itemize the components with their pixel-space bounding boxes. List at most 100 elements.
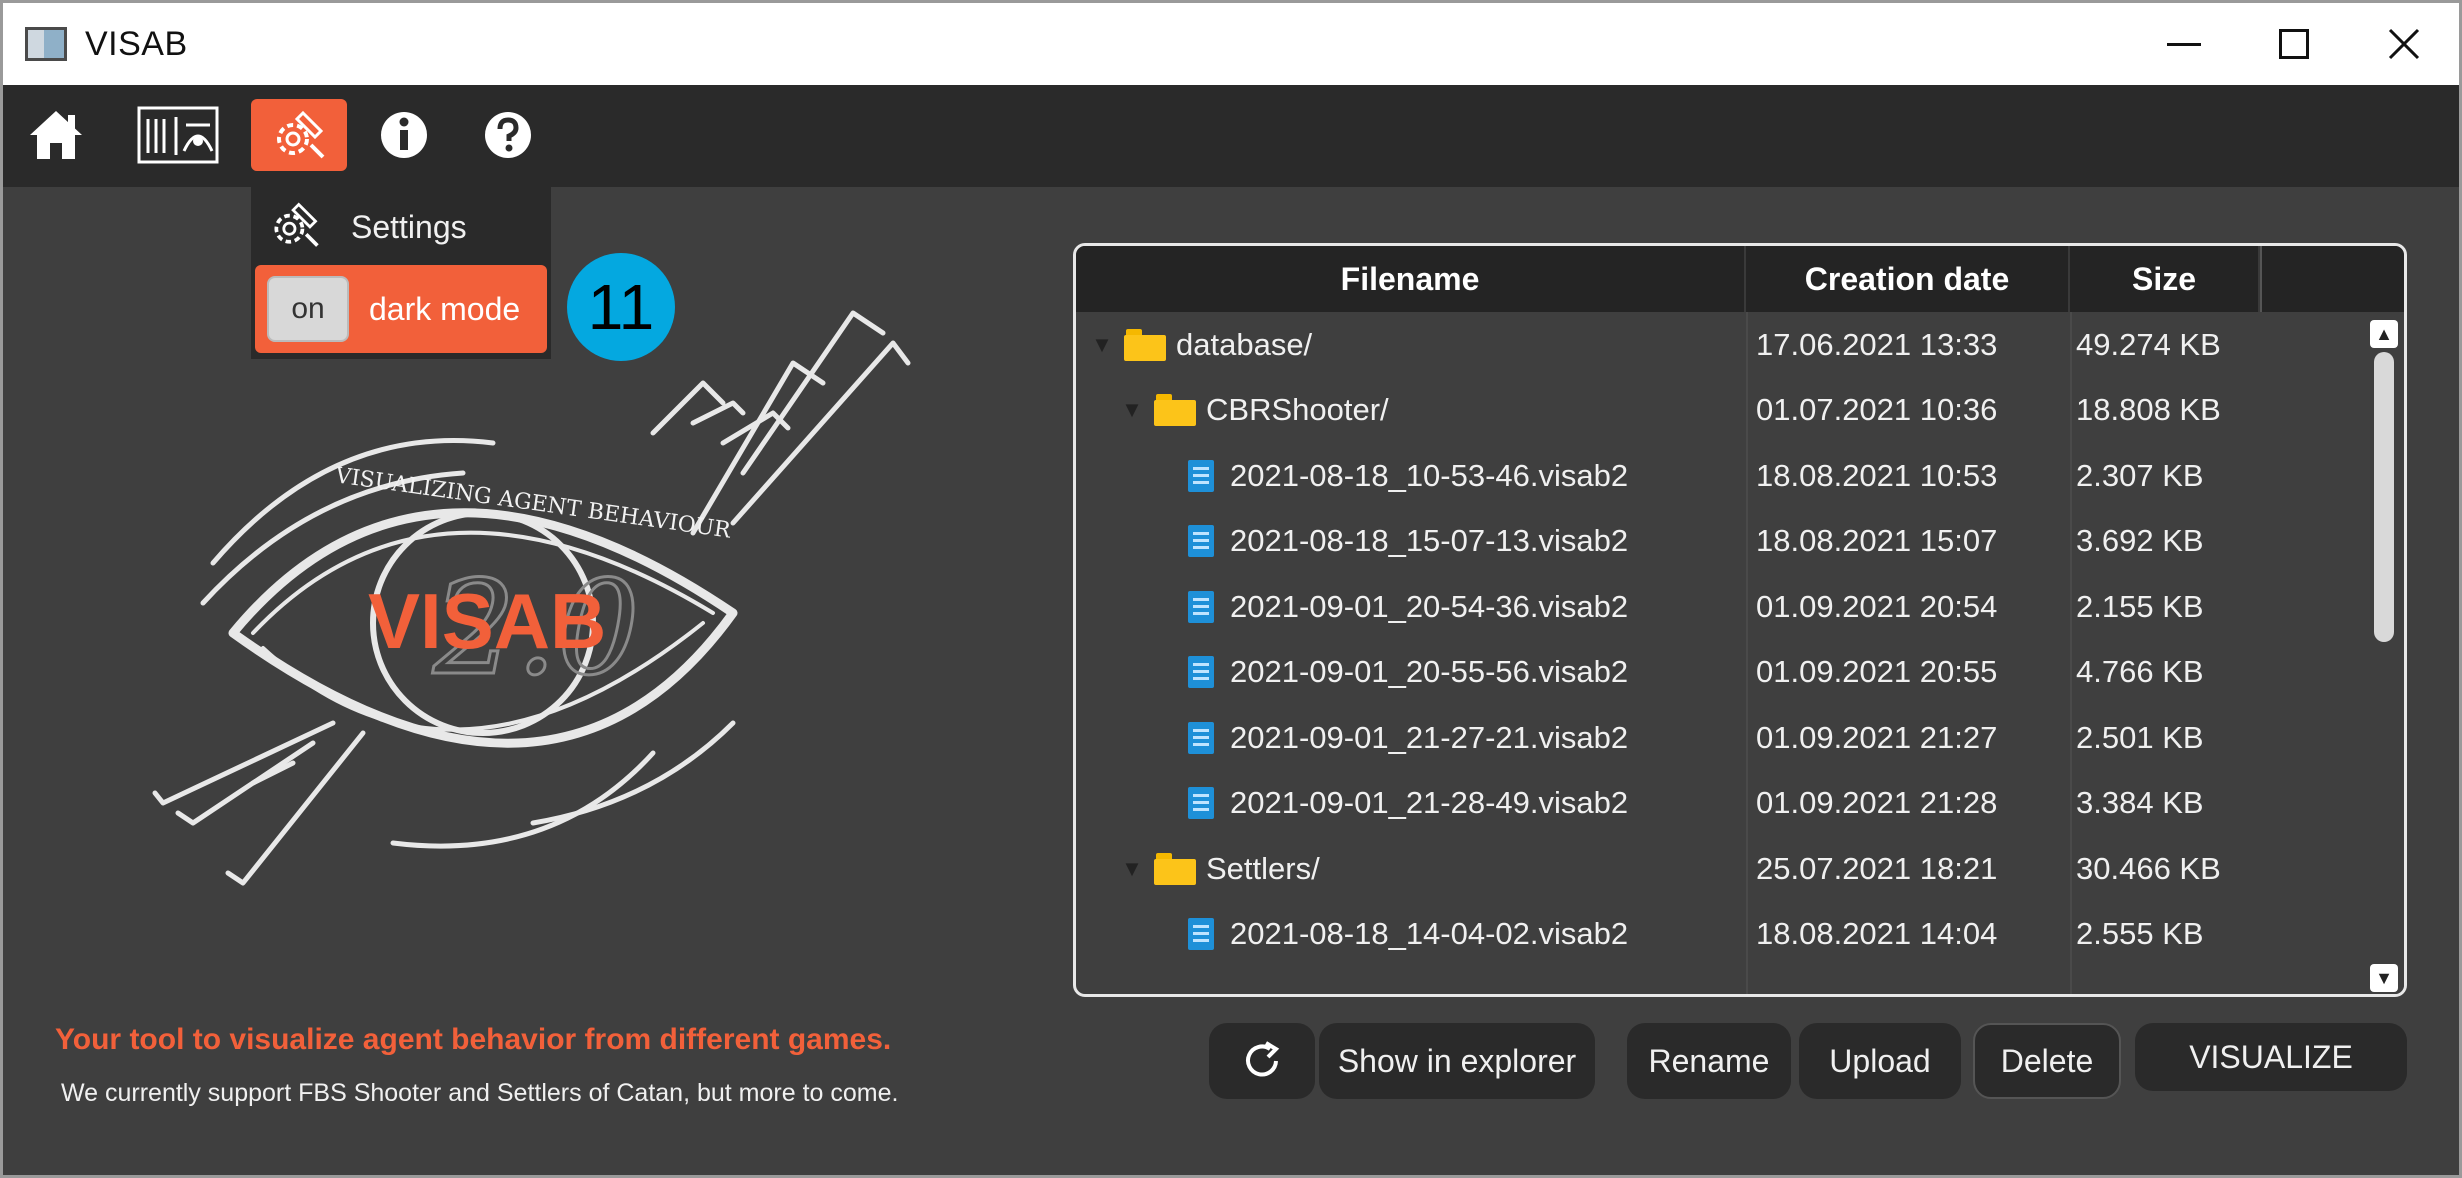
- maximize-button[interactable]: [2239, 3, 2349, 85]
- filename-text: CBRShooter/: [1206, 392, 1389, 428]
- table-row[interactable]: 2021-09-01_21-27-21.visab2 01.09.2021 21:…: [1076, 705, 2366, 771]
- title-bar: VISAB: [3, 3, 2459, 85]
- filename-text: 2021-09-01_21-27-21.visab2: [1230, 719, 1629, 755]
- size-cell: 2.501 KB: [2076, 719, 2204, 755]
- scroll-up-icon[interactable]: ▲: [2370, 320, 2398, 348]
- file-icon: [1186, 721, 1216, 754]
- refresh-button[interactable]: [1209, 1023, 1315, 1099]
- size-cell: 2.155 KB: [2076, 588, 2204, 624]
- scroll-thumb[interactable]: [2374, 352, 2394, 642]
- delete-button[interactable]: Delete: [1973, 1023, 2121, 1099]
- home-subline: We currently support FBS Shooter and Set…: [61, 1079, 899, 1107]
- file-icon: [1186, 656, 1216, 689]
- settings-menu-item[interactable]: Settings: [251, 187, 551, 267]
- minimize-icon: [2167, 42, 2201, 46]
- upload-button[interactable]: Upload: [1799, 1023, 1961, 1099]
- info-icon: [381, 112, 427, 158]
- home-tagline: Your tool to visualize agent behavior fr…: [55, 1023, 892, 1056]
- vertical-scrollbar[interactable]: ▲ ▼: [2364, 312, 2404, 994]
- table-row[interactable]: 2021-09-01_21-28-49.visab2 01.09.2021 21:…: [1076, 771, 2366, 837]
- filename-cell: ▼ CBRShooter/: [1076, 378, 1746, 444]
- filename-text: Settlers/: [1206, 850, 1320, 886]
- filename-text: 2021-09-01_20-54-36.visab2: [1230, 588, 1629, 624]
- size-cell: 30.466 KB: [2076, 850, 2221, 886]
- expand-arrow-icon[interactable]: ▼: [1120, 397, 1144, 422]
- refresh-icon: [1246, 1041, 1280, 1077]
- file-icon: [1186, 918, 1216, 951]
- settings-tools-icon: [277, 110, 325, 159]
- creation-date-cell: 01.09.2021 20:54: [1756, 588, 1998, 624]
- creation-date-cell: 01.09.2021 21:27: [1756, 719, 1998, 755]
- table-row[interactable]: ▼ Settlers/25.07.2021 18:21 30.466 KB: [1076, 836, 2366, 902]
- visualize-button[interactable]: VISUALIZE: [2135, 1023, 2407, 1091]
- column-header-empty: [2260, 246, 2404, 312]
- info-button[interactable]: [369, 99, 439, 171]
- table-row[interactable]: ▼ CBRShooter/01.07.2021 10:36 18.808 KB: [1076, 378, 2366, 444]
- filename-text: 2021-08-18_14-04-02.visab2: [1230, 916, 1629, 952]
- main-toolbar: [3, 85, 2459, 187]
- file-icon: [1186, 525, 1216, 558]
- app-icon: [25, 27, 67, 61]
- file-tree-table[interactable]: Filename Creation date Size ▼ database/17…: [1073, 243, 2407, 997]
- filename-cell: 2021-09-01_20-55-56.visab2: [1076, 640, 1746, 706]
- filename-cell: 2021-08-18_14-04-02.visab2: [1076, 902, 1746, 968]
- filename-text: 2021-09-01_20-55-56.visab2: [1230, 654, 1629, 690]
- table-body: ▼ database/17.06.2021 13:33 49.274 KB ▼ CBRS…: [1076, 312, 2366, 994]
- help-button[interactable]: [473, 99, 543, 171]
- folder-icon: [1154, 852, 1196, 885]
- creation-date-cell: 18.08.2021 14:04: [1756, 916, 1998, 952]
- column-header-filename[interactable]: Filename: [1076, 246, 1746, 312]
- maximize-icon: [2279, 29, 2309, 59]
- home-button[interactable]: [21, 99, 91, 171]
- visab-window: VISAB Settings on dark mode 11 VISUALIZI…: [0, 0, 2462, 1178]
- file-icon: [1186, 787, 1216, 820]
- table-row[interactable]: 2021-08-18_14-04-02.visab2 18.08.2021 14:…: [1076, 902, 2366, 968]
- table-row[interactable]: 2021-08-18_15-07-13.visab2 18.08.2021 15:…: [1076, 509, 2366, 575]
- data-view-button[interactable]: [133, 99, 223, 171]
- folder-icon: [1124, 328, 1166, 361]
- table-row[interactable]: 2021-09-01_20-54-36.visab2 01.09.2021 20:…: [1076, 574, 2366, 640]
- logo-name-text: VISAB: [368, 577, 606, 665]
- table-row[interactable]: 2021-08-18_10-53-46.visab2 18.08.2021 10:…: [1076, 443, 2366, 509]
- table-row[interactable]: ▼ database/17.06.2021 13:33 49.274 KB: [1076, 312, 2366, 378]
- data-view-icon: [137, 106, 219, 164]
- rename-button[interactable]: Rename: [1627, 1023, 1791, 1099]
- column-header-size[interactable]: Size: [2070, 246, 2260, 312]
- expand-arrow-icon[interactable]: ▼: [1120, 856, 1144, 881]
- size-cell: 18.808 KB: [2076, 392, 2221, 428]
- filename-cell: 2021-09-01_21-28-49.visab2: [1076, 771, 1746, 837]
- size-cell: 49.274 KB: [2076, 326, 2221, 362]
- creation-date-cell: 01.09.2021 21:28: [1756, 785, 1998, 821]
- show-in-explorer-button[interactable]: Show in explorer: [1319, 1023, 1595, 1099]
- filename-cell: 2021-09-01_21-27-21.visab2: [1076, 705, 1746, 771]
- expand-arrow-icon[interactable]: ▼: [1090, 332, 1114, 357]
- scroll-down-icon[interactable]: ▼: [2370, 964, 2398, 992]
- size-cell: 3.692 KB: [2076, 523, 2204, 559]
- filename-text: 2021-09-01_21-28-49.visab2: [1230, 785, 1629, 821]
- settings-tools-icon: [265, 197, 325, 258]
- file-icon: [1186, 459, 1216, 492]
- table-row[interactable]: 2021-09-01_20-55-56.visab2 01.09.2021 20:…: [1076, 640, 2366, 706]
- creation-date-cell: 01.07.2021 10:36: [1756, 392, 1998, 428]
- creation-date-cell: 25.07.2021 18:21: [1756, 850, 1998, 886]
- filename-text: 2021-08-18_10-53-46.visab2: [1230, 457, 1629, 493]
- filename-cell: ▼ Settlers/: [1076, 836, 1746, 902]
- filename-cell: ▼ database/: [1076, 312, 1746, 378]
- creation-date-cell: 18.08.2021 10:53: [1756, 457, 1998, 493]
- filename-cell: 2021-08-18_15-07-13.visab2: [1076, 509, 1746, 575]
- settings-tools-button[interactable]: [251, 99, 347, 171]
- filename-cell: 2021-08-18_10-53-46.visab2: [1076, 443, 1746, 509]
- minimize-button[interactable]: [2129, 3, 2239, 85]
- filename-text: 2021-08-18_15-07-13.visab2: [1230, 523, 1629, 559]
- window-title: VISAB: [85, 25, 188, 63]
- size-cell: 4.766 KB: [2076, 654, 2204, 690]
- table-header: Filename Creation date Size: [1076, 246, 2404, 312]
- column-header-creation-date[interactable]: Creation date: [1746, 246, 2070, 312]
- logo-ring-text: VISUALIZING AGENT BEHAVIOUR: [333, 463, 734, 544]
- settings-menu-label: Settings: [351, 208, 467, 245]
- size-cell: 2.307 KB: [2076, 457, 2204, 493]
- visab-logo: VISUALIZING AGENT BEHAVIOUR 2.0 VISAB: [152, 310, 911, 886]
- close-icon: [2388, 28, 2420, 60]
- close-button[interactable]: [2349, 3, 2459, 85]
- size-cell: 2.555 KB: [2076, 916, 2204, 952]
